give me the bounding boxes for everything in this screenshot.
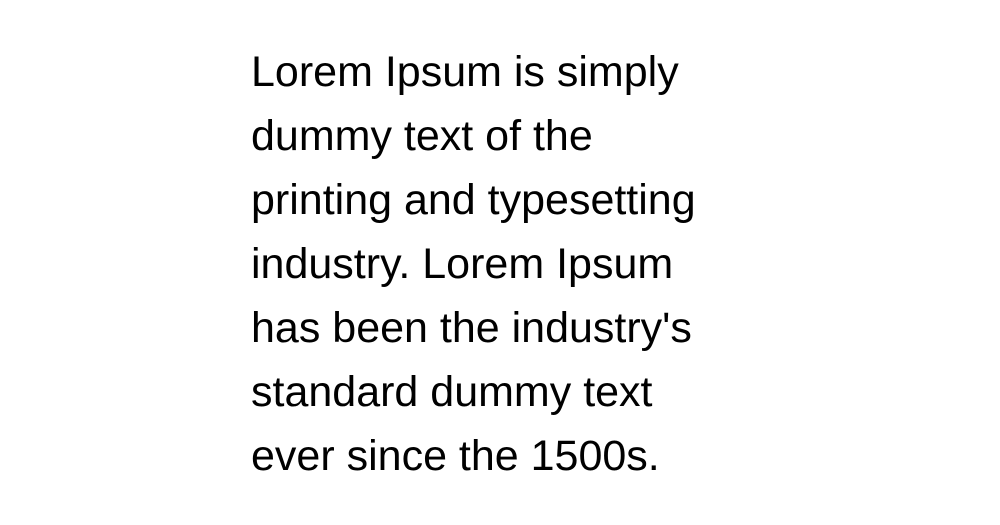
page: Lorem Ipsum is simply dummy text of the … xyxy=(0,0,1000,525)
paragraph-line-6: standard dummy text xyxy=(251,368,653,416)
paragraph-line-3: printing and typesetting xyxy=(251,176,696,224)
body-paragraph: Lorem Ipsum is simply dummy text of the … xyxy=(251,40,771,488)
paragraph-line-7: ever since the 1500s. xyxy=(251,432,660,480)
paragraph-line-5: has been the industry's xyxy=(251,304,692,352)
paragraph-line-4: industry. Lorem Ipsum xyxy=(251,240,674,288)
paragraph-line-2: dummy text of the xyxy=(251,112,593,160)
paragraph-line-1: Lorem Ipsum is simply xyxy=(251,48,679,96)
